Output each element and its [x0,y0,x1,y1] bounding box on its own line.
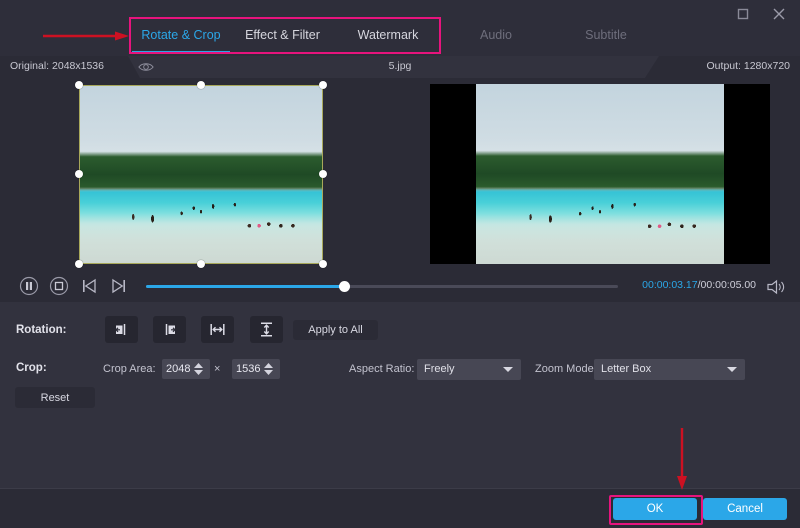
chevron-down-icon [503,367,513,372]
aspect-ratio-value: Freely [424,363,455,375]
crop-width-stepper[interactable] [192,359,204,379]
flip-vertical-icon[interactable] [250,316,283,343]
annotation-arrow-left [43,31,129,41]
zoom-mode-select[interactable]: Letter Box [594,359,745,380]
rotation-label: Rotation: [16,324,66,336]
zoom-mode-value: Letter Box [601,363,651,375]
rotate-left-icon[interactable] [105,316,138,343]
maximize-icon[interactable] [732,3,754,25]
reset-button[interactable]: Reset [15,387,95,408]
current-time: 00:00:03.17 [642,279,697,291]
total-time: 00:00:05.00 [701,279,756,291]
aspect-ratio-select[interactable]: Freely [417,359,521,380]
tab-audio[interactable]: Audio [441,19,551,52]
progress-slider[interactable] [146,285,618,288]
crop-handle-top-center[interactable] [197,81,205,89]
active-tab-underline [132,51,230,54]
preview-area [0,78,800,270]
volume-icon[interactable] [766,278,786,296]
chevron-down-icon [727,367,737,372]
tab-rotate-crop-label: Rotate & Crop [141,28,220,42]
crop-area-label: Crop Area: [103,363,156,375]
window-controls [732,3,790,25]
crop-handle-top-left[interactable] [75,81,83,89]
previous-frame-icon[interactable] [78,275,100,297]
zoom-mode-label: Zoom Mode: [535,363,597,375]
crop-handle-middle-left[interactable] [75,170,83,178]
dialog-footer: OK Cancel [0,488,800,528]
tab-watermark-label: Watermark [358,28,419,42]
info-bar: Original: 2048x1536 5.jpg Output: 1280x7… [0,56,800,78]
close-icon[interactable] [768,3,790,25]
next-frame-icon[interactable] [108,275,130,297]
rotate-right-icon[interactable] [153,316,186,343]
crop-handle-bottom-right[interactable] [319,260,327,268]
timecode-display: 00:00:03.17/00:00:05.00 [642,279,756,291]
source-image [80,86,322,263]
tab-audio-label: Audio [480,28,512,42]
progress-knob[interactable] [339,281,350,292]
apply-to-all-button[interactable]: Apply to All [293,320,378,340]
tab-rotate-crop[interactable]: Rotate & Crop [132,19,230,52]
tab-bar: Rotate & Crop Effect & Filter Watermark … [132,19,661,52]
pause-icon[interactable] [18,275,40,297]
crop-handle-top-right[interactable] [319,81,327,89]
output-image [476,84,724,264]
ok-button[interactable]: OK [613,498,697,520]
stop-icon[interactable] [48,275,70,297]
crop-handle-middle-right[interactable] [319,170,327,178]
tab-watermark[interactable]: Watermark [335,19,441,52]
output-preview-pane[interactable] [400,78,800,270]
tab-subtitle-label: Subtitle [585,28,627,42]
tab-effect-filter[interactable]: Effect & Filter [230,19,335,52]
crop-handle-bottom-center[interactable] [197,260,205,268]
video-editor-dialog: Rotate & Crop Effect & Filter Watermark … [0,0,800,528]
title-bar: Rotate & Crop Effect & Filter Watermark … [0,0,800,56]
crop-height-stepper[interactable] [262,359,274,379]
flip-horizontal-icon[interactable] [201,316,234,343]
tab-effect-filter-label: Effect & Filter [245,28,320,42]
progress-fill [146,285,344,288]
output-resolution-label: Output: 1280x720 [707,60,790,72]
annotation-arrow-down [676,428,688,490]
crop-label: Crop: [16,362,47,374]
tab-subtitle[interactable]: Subtitle [551,19,661,52]
filename-label: 5.jpg [0,60,800,72]
aspect-ratio-label: Aspect Ratio: [349,363,414,375]
source-preview-pane[interactable] [0,78,400,270]
cancel-button[interactable]: Cancel [703,498,787,520]
crop-handle-bottom-left[interactable] [75,260,83,268]
dimension-separator: × [214,363,220,375]
playback-controls: 00:00:03.17/00:00:05.00 [0,270,800,302]
